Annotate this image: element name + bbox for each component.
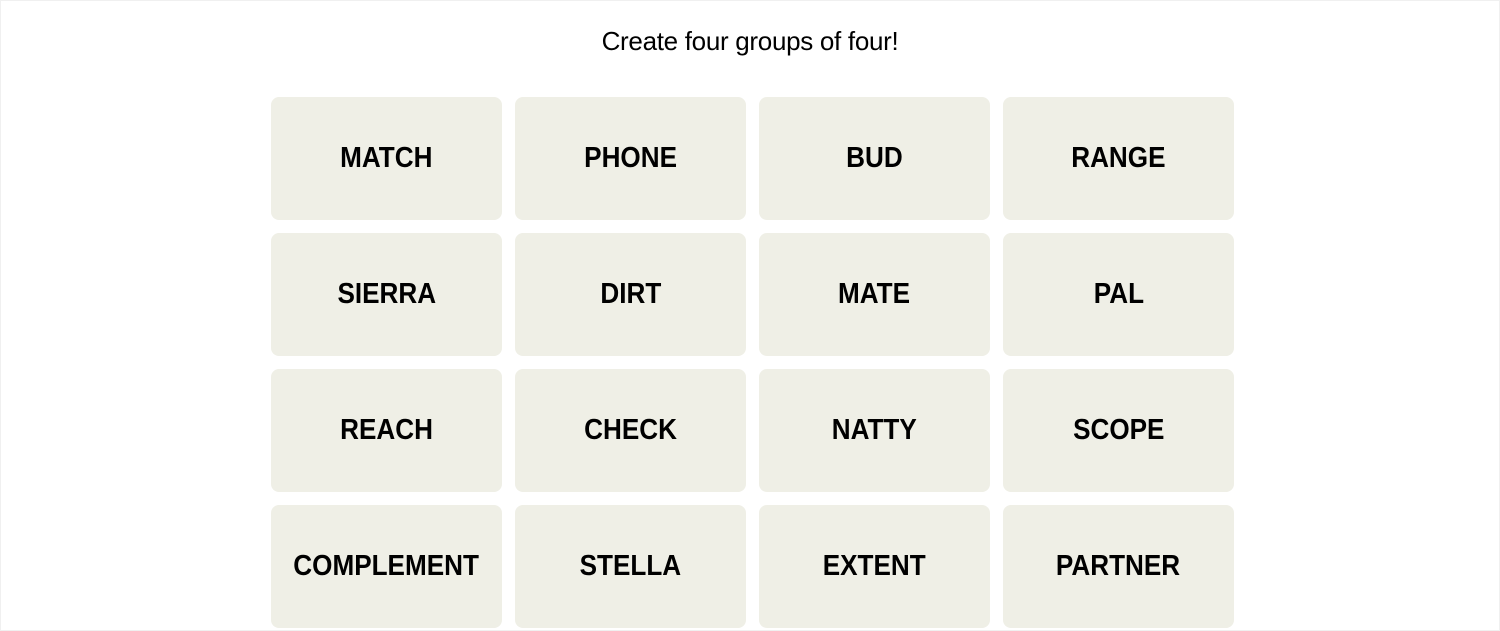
tile-label: SIERRA: [337, 278, 436, 310]
tile-label: DIRT: [600, 278, 661, 310]
tile-label: PAL: [1093, 278, 1144, 310]
word-tile[interactable]: CHECK: [515, 369, 746, 492]
word-tile[interactable]: RANGE: [1003, 97, 1234, 220]
word-tile[interactable]: MATCH: [271, 97, 502, 220]
word-grid: MATCH PHONE BUD RANGE SIERRA DIRT MATE P…: [271, 97, 1234, 628]
word-tile[interactable]: PARTNER: [1003, 505, 1234, 628]
word-tile[interactable]: EXTENT: [759, 505, 990, 628]
word-tile[interactable]: STELLA: [515, 505, 746, 628]
word-tile[interactable]: SIERRA: [271, 233, 502, 356]
word-tile[interactable]: COMPLEMENT: [271, 505, 502, 628]
word-tile[interactable]: PAL: [1003, 233, 1234, 356]
tile-label: MATE: [838, 278, 911, 310]
tile-label: CHECK: [584, 414, 677, 446]
tile-label: STELLA: [579, 550, 682, 582]
tile-label: PHONE: [584, 142, 677, 174]
word-tile[interactable]: SCOPE: [1003, 369, 1234, 492]
word-tile[interactable]: MATE: [759, 233, 990, 356]
word-tile[interactable]: DIRT: [515, 233, 746, 356]
tile-label: BUD: [846, 142, 903, 174]
tile-label: PARTNER: [1056, 550, 1181, 582]
tile-label: SCOPE: [1072, 414, 1165, 446]
word-tile[interactable]: NATTY: [759, 369, 990, 492]
tile-label: NATTY: [831, 414, 918, 446]
tile-label: REACH: [340, 414, 433, 446]
tile-label: RANGE: [1071, 142, 1166, 174]
tile-label: COMPLEMENT: [293, 550, 480, 582]
word-tile[interactable]: PHONE: [515, 97, 746, 220]
tile-label: MATCH: [340, 142, 433, 174]
instructions-text: Create four groups of four!: [601, 26, 899, 56]
word-tile[interactable]: BUD: [759, 97, 990, 220]
tile-label: EXTENT: [823, 550, 926, 582]
word-tile[interactable]: REACH: [271, 369, 502, 492]
